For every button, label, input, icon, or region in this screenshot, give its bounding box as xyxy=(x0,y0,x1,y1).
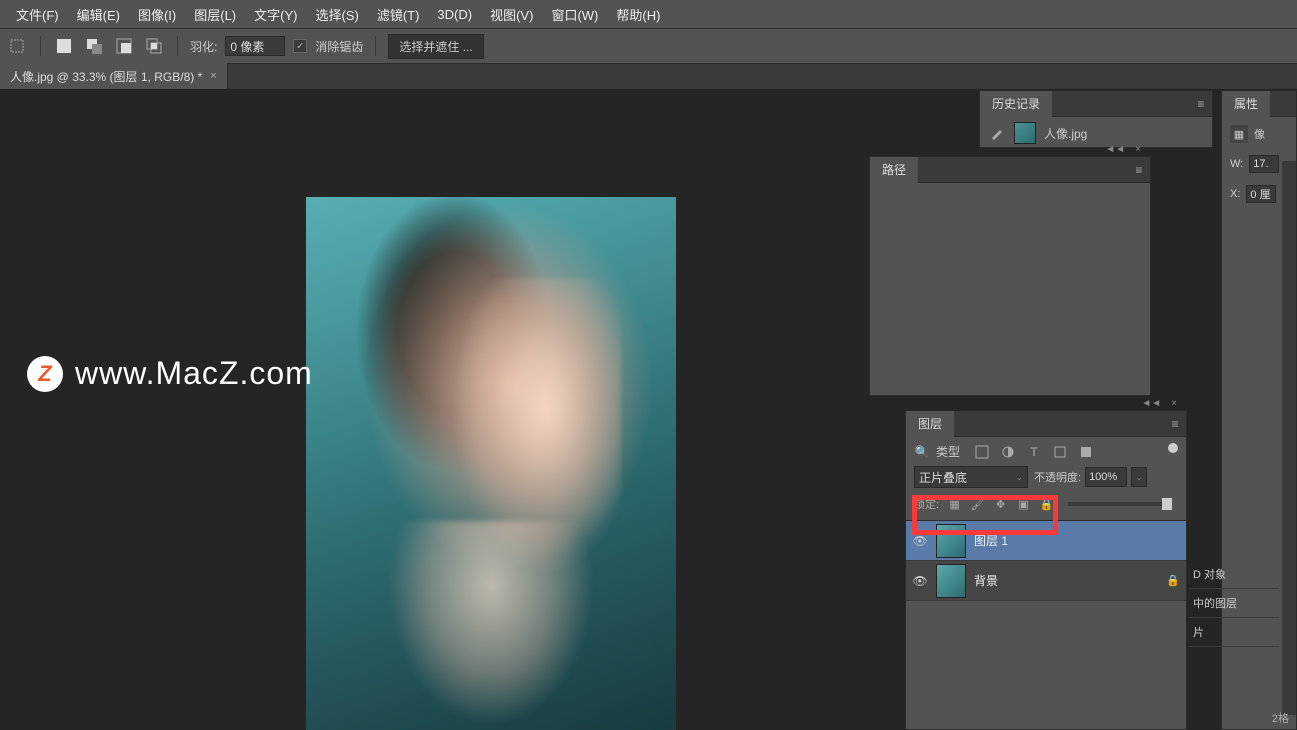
chevron-down-icon: ⌄ xyxy=(1015,472,1023,483)
collapse-icon[interactable]: ◄◄ xyxy=(1138,397,1164,410)
feather-label: 羽化: xyxy=(190,38,217,55)
menu-layer[interactable]: 图层(L) xyxy=(186,1,244,28)
brush-icon xyxy=(988,124,1006,142)
lock-position-icon[interactable]: ✥ xyxy=(993,497,1008,512)
layers-panel: ◄◄ × 图层 ≡ 🔍 类型 T xyxy=(905,410,1187,730)
lock-pixels-icon[interactable]: 🖌 xyxy=(970,497,985,512)
antialias-label: 消除锯齿 xyxy=(315,38,363,55)
layer-thumbnail[interactable] xyxy=(936,564,966,598)
separator xyxy=(177,36,178,56)
document-tabs: 人像.jpg @ 33.3% (图层 1, RGB/8) * × ›› xyxy=(0,64,1297,90)
x-label: X: xyxy=(1230,188,1240,200)
visibility-icon[interactable]: 👁 xyxy=(912,533,928,549)
history-thumbnail[interactable] xyxy=(1014,122,1036,144)
close-icon[interactable]: × xyxy=(210,70,216,82)
filter-adjustment-icon[interactable] xyxy=(1000,444,1016,460)
watermark-text: www.MacZ.com xyxy=(75,355,313,392)
separator xyxy=(40,36,41,56)
options-bar: 羽化: ✓ 消除锯齿 选择并遮住 ... xyxy=(0,28,1297,64)
lock-all-icon[interactable]: 🔒 xyxy=(1039,497,1054,512)
menu-help[interactable]: 帮助(H) xyxy=(608,1,668,28)
scrollbar[interactable] xyxy=(1282,161,1296,715)
pixel-layer-icon: ▦ xyxy=(1230,125,1248,143)
lock-artboard-icon[interactable]: ▣ xyxy=(1016,497,1031,512)
menu-bar: 文件(F) 编辑(E) 图像(I) 图层(L) 文字(Y) 选择(S) 滤镜(T… xyxy=(0,0,1297,28)
layers-list: 👁 图层 1 👁 背景 🔒 xyxy=(906,521,1186,601)
lock-icon: 🔒 xyxy=(1166,574,1180,587)
portrait-image xyxy=(306,197,676,730)
close-icon[interactable]: × xyxy=(1132,143,1144,156)
paths-panel: ◄◄ × 路径 ≡ xyxy=(869,156,1151,396)
lock-transparency-icon[interactable]: ▦ xyxy=(947,497,962,512)
fill-slider[interactable] xyxy=(1068,502,1172,506)
pic-row[interactable]: 片 xyxy=(1189,618,1279,647)
filter-shape-icon[interactable] xyxy=(1052,444,1068,460)
menu-type[interactable]: 文字(Y) xyxy=(246,1,305,28)
opacity-input[interactable] xyxy=(1085,467,1127,487)
panel-menu-icon[interactable]: ≡ xyxy=(1164,417,1186,431)
search-icon[interactable]: 🔍 xyxy=(914,444,930,460)
properties-tab[interactable]: 属性 xyxy=(1222,91,1270,117)
opacity-dropdown-icon[interactable]: ⌄ xyxy=(1131,467,1147,487)
right-panels: 历史记录 ≡ 人像.jpg 属性 ▦ 像 W: xyxy=(979,90,1297,730)
subtract-selection-icon[interactable] xyxy=(113,35,135,57)
filter-toggle[interactable] xyxy=(1168,443,1178,453)
paths-body xyxy=(870,183,1150,393)
layer-name[interactable]: 图层 1 xyxy=(974,532,1180,549)
filter-type-icon[interactable]: T xyxy=(1026,444,1042,460)
collapse-icon[interactable]: ◄◄ xyxy=(1102,143,1128,156)
watermark-logo: Z xyxy=(27,356,63,392)
filter-smart-icon[interactable] xyxy=(1078,444,1094,460)
layer-item[interactable]: 👁 图层 1 xyxy=(906,521,1186,561)
antialias-checkbox[interactable]: ✓ xyxy=(293,39,307,53)
filter-kind-label: 类型 xyxy=(936,443,960,460)
panel-menu-icon[interactable]: ≡ xyxy=(1190,97,1212,111)
close-icon[interactable]: × xyxy=(1168,397,1180,410)
layers-in-row[interactable]: 中的图层 xyxy=(1189,589,1279,618)
menu-3d[interactable]: 3D(D) xyxy=(429,3,480,26)
layer-item[interactable]: 👁 背景 🔒 xyxy=(906,561,1186,601)
paths-tab[interactable]: 路径 xyxy=(870,157,918,183)
select-and-mask-button[interactable]: 选择并遮住 ... xyxy=(388,34,483,59)
menu-window[interactable]: 窗口(W) xyxy=(543,1,606,28)
history-item-name[interactable]: 人像.jpg xyxy=(1044,125,1087,142)
opacity-label: 不透明度: xyxy=(1034,469,1081,485)
extra-panel: D 对象 中的图层 片 xyxy=(1189,560,1279,647)
layer-name[interactable]: 背景 xyxy=(974,572,1158,589)
history-panel: 历史记录 ≡ 人像.jpg xyxy=(979,90,1213,148)
new-selection-icon[interactable] xyxy=(53,35,75,57)
watermark: Z www.MacZ.com xyxy=(27,355,313,392)
panel-menu-icon[interactable]: ≡ xyxy=(1128,163,1150,177)
document-tab-title: 人像.jpg @ 33.3% (图层 1, RGB/8) * xyxy=(10,68,202,85)
blend-mode-value: 正片叠底 xyxy=(919,469,967,486)
menu-filter[interactable]: 滤镜(T) xyxy=(369,1,428,28)
slider-knob[interactable] xyxy=(1162,498,1172,510)
width-label: W: xyxy=(1230,158,1243,170)
3d-objects-row[interactable]: D 对象 xyxy=(1189,560,1279,589)
feather-input[interactable] xyxy=(225,36,285,56)
image-canvas[interactable] xyxy=(306,197,676,730)
menu-view[interactable]: 视图(V) xyxy=(482,1,541,28)
menu-file[interactable]: 文件(F) xyxy=(8,1,67,28)
intersect-selection-icon[interactable] xyxy=(143,35,165,57)
layers-tab[interactable]: 图层 xyxy=(906,411,954,437)
status-text: 2格 xyxy=(1272,710,1289,726)
add-selection-icon[interactable] xyxy=(83,35,105,57)
width-input[interactable] xyxy=(1249,155,1279,173)
workspace: Z www.MacZ.com 历史记录 ≡ 人像.jpg 属性 xyxy=(0,90,1297,730)
menu-image[interactable]: 图像(I) xyxy=(130,1,184,28)
layer-thumbnail[interactable] xyxy=(936,524,966,558)
visibility-icon[interactable]: 👁 xyxy=(912,573,928,589)
lock-label: 锁定: xyxy=(914,496,939,512)
separator xyxy=(375,36,376,56)
document-tab[interactable]: 人像.jpg @ 33.3% (图层 1, RGB/8) * × xyxy=(0,63,228,89)
menu-edit[interactable]: 编辑(E) xyxy=(69,1,128,28)
menu-select[interactable]: 选择(S) xyxy=(307,1,366,28)
history-tab[interactable]: 历史记录 xyxy=(980,91,1052,117)
tool-preset-icon[interactable] xyxy=(6,35,28,57)
blend-mode-select[interactable]: 正片叠底 ⌄ xyxy=(914,466,1028,488)
pixel-label: 像 xyxy=(1254,126,1265,142)
filter-pixel-icon[interactable] xyxy=(974,444,990,460)
x-input[interactable] xyxy=(1246,185,1276,203)
